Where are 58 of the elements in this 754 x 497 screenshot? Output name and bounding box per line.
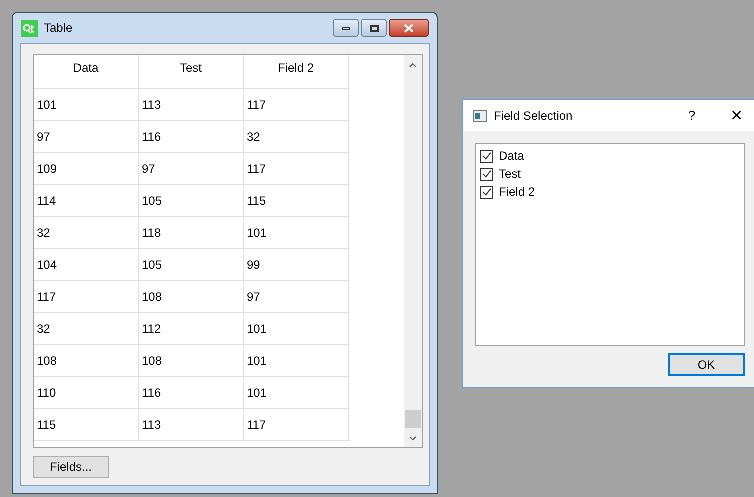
table-cell-text: 108 [37, 352, 58, 370]
table-cell-text: 113 [142, 96, 162, 114]
scrollbar-thumb[interactable] [405, 410, 421, 428]
field-checkbox[interactable]: Test [480, 165, 522, 183]
table-cell-text: 108 [142, 288, 162, 306]
column-header[interactable]: Data [34, 55, 139, 79]
table-cell-text: 109 [37, 160, 58, 178]
table-cell-text: 117 [247, 96, 266, 114]
window-title: Table [44, 20, 73, 37]
close-icon [404, 24, 414, 32]
minimize-button[interactable] [333, 19, 359, 37]
scrollbar[interactable] [404, 55, 422, 447]
column-header[interactable]: Test [139, 55, 244, 79]
table-cell-text: 97 [247, 288, 260, 306]
fields-button[interactable]: Fields... [33, 456, 109, 478]
table-cell-text: 101 [247, 224, 268, 242]
ok-button[interactable]: OK [668, 353, 745, 376]
table-cell-text: 32 [37, 320, 50, 338]
checkbox-icon[interactable] [480, 168, 493, 180]
table-cell-text: 101 [247, 384, 268, 402]
table-cell-text: 113 [142, 416, 162, 434]
table-cell-text: 117 [37, 288, 56, 306]
table-cell-text: 115 [37, 416, 56, 434]
close-button[interactable] [389, 19, 429, 37]
column-header[interactable]: Field 2 [244, 55, 349, 79]
app-logo-icon [21, 20, 38, 36]
table-cell-text: 118 [142, 224, 162, 242]
table-cell-text: 104 [37, 256, 58, 274]
scroll-up-icon[interactable] [409, 63, 417, 68]
checkbox-icon[interactable] [480, 150, 493, 162]
maximize-button[interactable] [361, 19, 387, 37]
help-button[interactable]: ? [677, 106, 707, 126]
table-cell-text: 97 [37, 128, 50, 146]
field-checkbox[interactable]: Data [480, 147, 524, 165]
table-cell-text: 101 [247, 320, 268, 338]
table-cell-text: 32 [247, 128, 260, 146]
table-cell-text: 32 [37, 224, 50, 242]
table-cell-text: 105 [142, 192, 162, 210]
window-icon [473, 110, 487, 122]
table-cell-text: 117 [247, 416, 266, 434]
table-cell-text: 108 [142, 352, 162, 370]
scroll-down-icon[interactable] [409, 436, 417, 441]
table-cell-text: 101 [37, 96, 58, 114]
close-button[interactable]: × [727, 106, 747, 126]
table-cell-text: 97 [142, 160, 156, 178]
dialog-title: Field Selection [494, 108, 573, 124]
table-cell-text: 114 [37, 192, 56, 210]
table-cell-text: 105 [142, 256, 162, 274]
table-cell-text: 110 [37, 384, 56, 402]
table-cell-text: 116 [142, 384, 162, 402]
table-cell-text: 99 [247, 256, 260, 274]
table-cell-text: 101 [247, 352, 268, 370]
field-checkbox[interactable]: Field 2 [480, 183, 536, 201]
table-cell-text: 115 [247, 192, 266, 210]
table-cell-text: 112 [142, 320, 162, 338]
table-cell-text: 117 [247, 160, 266, 178]
table-cell-text: 116 [142, 128, 162, 146]
checkbox-icon[interactable] [480, 186, 493, 198]
